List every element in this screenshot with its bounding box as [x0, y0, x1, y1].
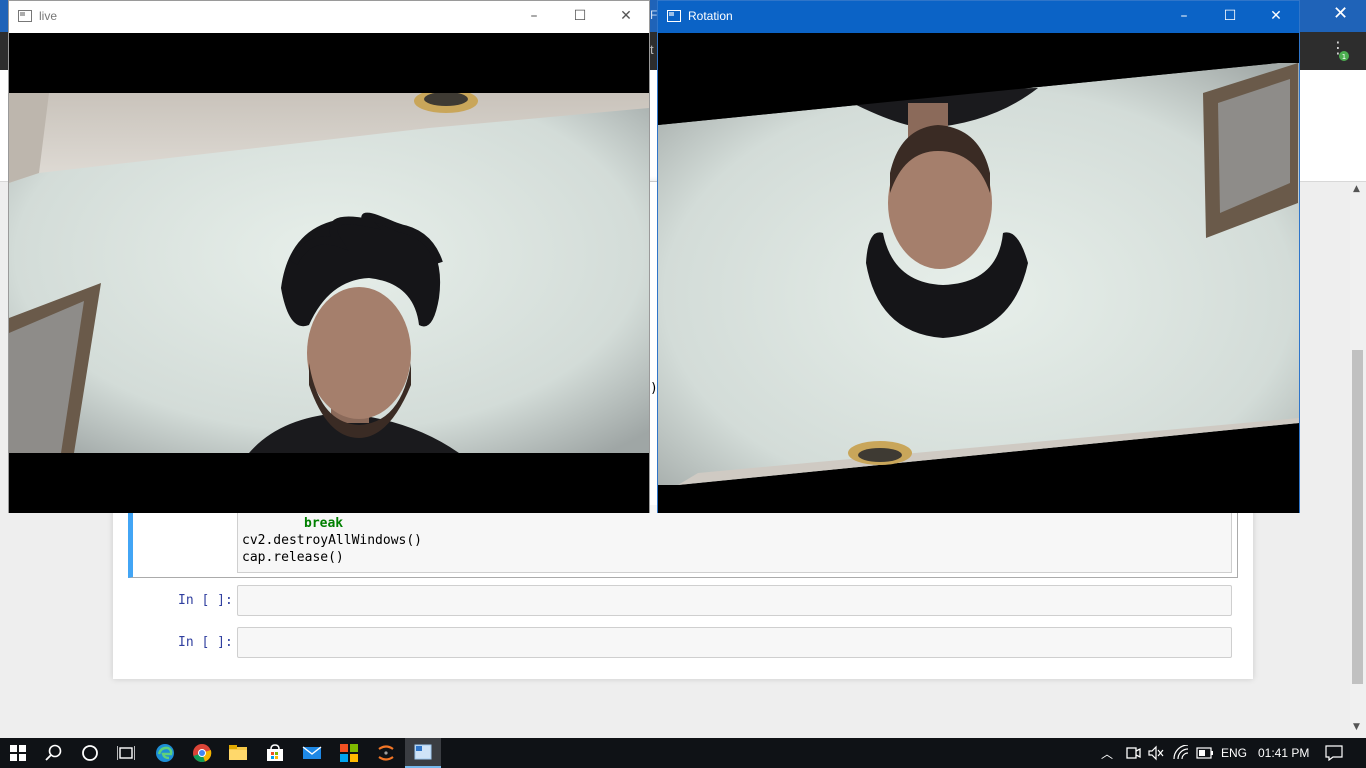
- live-camera-image: [9, 33, 649, 513]
- scroll-up-icon[interactable]: ▲: [1353, 184, 1360, 194]
- taskbar-app-jupyter[interactable]: [368, 738, 404, 768]
- live-titlebar[interactable]: live – ☐ ✕: [9, 1, 649, 33]
- cell-prompt: In [ ]:: [178, 593, 233, 608]
- search-icon: [45, 744, 62, 761]
- code-line: cap.release(): [242, 550, 344, 565]
- taskbar-app-chrome[interactable]: [184, 738, 220, 768]
- code-line: cv2.destroyAllWindows(): [242, 533, 423, 548]
- rotated-camera-image: [658, 33, 1299, 513]
- close-icon[interactable]: ✕: [603, 1, 649, 31]
- windows-taskbar: ︿ ENG 01:41 PM: [0, 738, 1366, 768]
- taskbar-app-store[interactable]: [257, 738, 293, 768]
- empty-code-cell[interactable]: [237, 585, 1232, 616]
- scrollbar-thumb[interactable]: [1352, 350, 1363, 684]
- taskbar-app-office[interactable]: [331, 738, 367, 768]
- browser-toolbar-fragment: t: [650, 42, 654, 57]
- task-view-icon: [117, 746, 135, 760]
- maximize-icon[interactable]: ☐: [557, 1, 603, 31]
- page-scrollbar[interactable]: ▲ ▼: [1350, 182, 1366, 738]
- live-window[interactable]: live – ☐ ✕: [8, 0, 650, 513]
- taskbar-app-opencv-window[interactable]: [405, 738, 441, 768]
- svg-text:1: 1: [1342, 53, 1346, 61]
- live-video-frame: [9, 33, 649, 513]
- language-indicator[interactable]: ENG: [1221, 746, 1247, 760]
- notifications-icon[interactable]: [1325, 745, 1343, 761]
- cortana-icon: [82, 745, 98, 761]
- cell-prompt: In [ ]:: [178, 635, 233, 650]
- minimize-icon[interactable]: –: [511, 1, 557, 31]
- empty-code-cell[interactable]: [237, 627, 1232, 658]
- meet-now-icon[interactable]: [1125, 745, 1141, 761]
- rotation-titlebar[interactable]: Rotation – ☐ ✕: [658, 1, 1299, 33]
- window-app-icon: [667, 10, 681, 22]
- show-hidden-icons-icon[interactable]: ︿: [1101, 745, 1113, 762]
- edge-icon: [156, 744, 174, 762]
- code-editor[interactable]: break cv2.destroyAllWindows() cap.releas…: [237, 505, 1232, 573]
- window-icon: [414, 744, 432, 760]
- folder-icon: [229, 745, 247, 760]
- taskbar-app-mail[interactable]: [294, 738, 330, 768]
- mail-icon: [302, 746, 322, 759]
- window-app-icon: [18, 10, 32, 22]
- scroll-down-icon[interactable]: ▼: [1353, 722, 1360, 732]
- cortana-button[interactable]: [72, 738, 108, 768]
- window-title: live: [39, 9, 58, 23]
- taskbar-app-file-explorer[interactable]: [220, 738, 256, 768]
- taskbar-app-edge[interactable]: [147, 738, 183, 768]
- window-title: Rotation: [688, 9, 733, 23]
- volume-muted-icon[interactable]: [1148, 745, 1164, 761]
- wifi-icon[interactable]: [1173, 745, 1189, 761]
- rotation-video-frame: [658, 33, 1299, 513]
- task-view-button[interactable]: [108, 738, 144, 768]
- clock[interactable]: 01:41 PM: [1258, 746, 1309, 760]
- code-line: break: [304, 516, 344, 531]
- profile-badge-icon: 1: [1339, 51, 1349, 61]
- windows-logo-icon: [10, 745, 26, 761]
- office-icon: [340, 744, 358, 762]
- start-button[interactable]: [0, 738, 36, 768]
- store-bag-icon: [267, 744, 283, 761]
- maximize-icon[interactable]: ☐: [1207, 1, 1253, 31]
- jupyter-icon: [378, 745, 394, 761]
- chrome-icon: [193, 744, 212, 763]
- search-button[interactable]: [36, 738, 72, 768]
- battery-icon[interactable]: [1196, 747, 1214, 759]
- browser-close-icon[interactable]: ✕: [1333, 5, 1348, 23]
- minimize-icon[interactable]: –: [1161, 1, 1207, 31]
- rotation-window[interactable]: Rotation – ☐ ✕: [657, 0, 1300, 513]
- close-icon[interactable]: ✕: [1253, 1, 1299, 31]
